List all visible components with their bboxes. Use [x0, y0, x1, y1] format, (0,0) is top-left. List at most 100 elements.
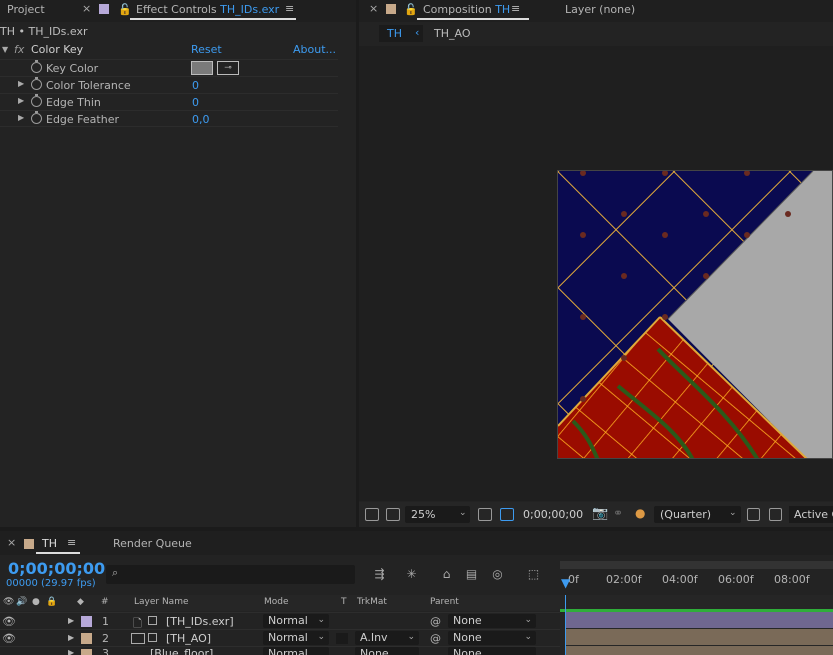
- audio-column-icon[interactable]: 🔊: [16, 597, 27, 607]
- view-select[interactable]: Active C: [789, 506, 833, 523]
- layer-row[interactable]: 👁 ▶ 1 🗋 [TH_IDs.exr] Normal ⌄ @ None ⌄: [0, 612, 560, 630]
- key-color-swatch[interactable]: [191, 61, 213, 75]
- panel-menu-icon[interactable]: ≡: [511, 2, 520, 15]
- layer-label-swatch[interactable]: [81, 649, 92, 655]
- breadcrumb-th-ao[interactable]: TH_AO: [434, 27, 470, 40]
- graph-editor-icon[interactable]: ⬚: [526, 567, 541, 581]
- property-key-color[interactable]: Key Color ⊸: [0, 59, 338, 76]
- layer-search-input[interactable]: ⌕: [106, 565, 355, 584]
- resolution-select[interactable]: (Quarter) ⌄: [654, 506, 741, 523]
- pickwhip-icon[interactable]: @: [430, 632, 441, 645]
- parent-select[interactable]: None: [448, 647, 536, 655]
- property-value[interactable]: 0: [192, 96, 199, 109]
- lock-icon[interactable]: 🔓: [118, 3, 132, 16]
- time-ruler[interactable]: 0f 02:00f 04:00f 06:00f 08:00f ▼: [560, 561, 833, 591]
- tab-effect-controls[interactable]: Effect Controls TH_IDs.exr: [136, 3, 279, 16]
- camera-icon[interactable]: 📷: [592, 506, 608, 521]
- region-of-interest-icon[interactable]: [500, 508, 514, 521]
- transparency-grid-icon[interactable]: [769, 508, 782, 521]
- trkmat-select[interactable]: A.Inv ⌄: [355, 631, 419, 645]
- trkmat-select[interactable]: None: [355, 647, 419, 655]
- timeline-timecode[interactable]: 0;00;00;00: [8, 559, 105, 578]
- property-value[interactable]: 0,0: [192, 113, 210, 126]
- panel-menu-icon[interactable]: ≡: [67, 536, 76, 549]
- property-color-tolerance[interactable]: ▶ Color Tolerance 0: [0, 76, 338, 93]
- chevron-down-icon: ⌄: [317, 615, 325, 625]
- layer-name[interactable]: [Blue_floor]: [150, 647, 213, 655]
- effect-color-key[interactable]: ▼ fx Color Key Reset About...: [0, 42, 338, 59]
- expand-triangle-icon[interactable]: ▶: [68, 648, 74, 655]
- lock-icon[interactable]: 🔓: [404, 3, 418, 16]
- layer-3-bar[interactable]: [566, 646, 833, 655]
- property-edge-feather[interactable]: ▶ Edge Feather 0,0: [0, 110, 338, 127]
- work-area-bar[interactable]: [560, 561, 833, 569]
- color-channels-icon[interactable]: ●: [635, 506, 645, 520]
- expand-triangle-icon[interactable]: ▶: [68, 633, 74, 642]
- property-value[interactable]: 0: [192, 79, 199, 92]
- layer-name[interactable]: [TH_IDs.exr]: [166, 615, 234, 628]
- tab-timeline-th[interactable]: TH: [42, 537, 57, 550]
- always-preview-icon[interactable]: [365, 508, 379, 521]
- layer-row[interactable]: ▶ 3 [Blue_floor] Normal None None: [0, 646, 560, 655]
- reset-button[interactable]: Reset: [191, 43, 222, 56]
- comp-timecode[interactable]: 0;00;00;00: [523, 508, 583, 521]
- composition-viewer[interactable]: [359, 46, 833, 501]
- fx-icon[interactable]: fx: [14, 43, 24, 56]
- visibility-column-icon[interactable]: 👁: [3, 597, 14, 607]
- effect-controls-panel: Project × 🔓 Effect Controls TH_IDs.exr ≡…: [0, 0, 356, 527]
- tab-render-queue[interactable]: Render Queue: [113, 537, 192, 550]
- frame-blending-icon[interactable]: ▤: [464, 567, 479, 581]
- stopwatch-icon[interactable]: [31, 111, 42, 124]
- tab-composition[interactable]: Composition TH: [423, 3, 510, 16]
- property-edge-thin[interactable]: ▶ Edge Thin 0: [0, 93, 338, 110]
- eye-icon[interactable]: 👁: [2, 615, 16, 628]
- collapse-triangle-icon[interactable]: ▼: [2, 45, 8, 54]
- comp-mini-flowchart-icon[interactable]: ⇶: [372, 567, 387, 581]
- fit-frame-icon[interactable]: [478, 508, 492, 521]
- parent-select[interactable]: None ⌄: [448, 614, 536, 628]
- close-icon[interactable]: ×: [7, 536, 16, 549]
- mode-select[interactable]: Normal ⌄: [263, 614, 329, 628]
- preserve-transparency-toggle[interactable]: [336, 633, 348, 644]
- expand-triangle-icon[interactable]: ▶: [18, 79, 24, 88]
- layer-1-bar[interactable]: [566, 612, 833, 628]
- playhead-icon[interactable]: ▼: [561, 576, 570, 590]
- lock-column-icon[interactable]: 🔒: [46, 597, 57, 607]
- zoom-select[interactable]: 25% ⌄: [405, 506, 470, 523]
- expand-triangle-icon[interactable]: ▶: [18, 96, 24, 105]
- parent-column: Parent: [430, 597, 459, 607]
- tab-project[interactable]: Project: [7, 3, 45, 16]
- mode-select[interactable]: Normal ⌄: [263, 631, 329, 645]
- property-label: Edge Feather: [46, 113, 119, 126]
- panel-menu-icon[interactable]: ≡: [285, 2, 294, 15]
- layer-name[interactable]: [TH_AO]: [166, 632, 211, 645]
- eyedropper-icon[interactable]: ⊸: [217, 61, 239, 75]
- monitor-icon[interactable]: [386, 508, 400, 521]
- stopwatch-icon[interactable]: [31, 60, 42, 73]
- tab-layer[interactable]: Layer (none): [565, 3, 635, 16]
- stopwatch-icon[interactable]: [31, 77, 42, 90]
- layer-label-swatch[interactable]: [81, 633, 92, 644]
- label-column-icon[interactable]: ◆: [77, 597, 84, 607]
- timeline-tab-bar: × TH ≡ Render Queue: [0, 531, 833, 555]
- snapshot-icon[interactable]: ⚭: [613, 506, 623, 520]
- stopwatch-icon[interactable]: [31, 94, 42, 107]
- pickwhip-icon[interactable]: @: [430, 615, 441, 628]
- layer-2-bar[interactable]: [566, 629, 833, 645]
- layer-label-swatch[interactable]: [81, 616, 92, 627]
- shy-layers-icon[interactable]: ⌂: [439, 567, 454, 581]
- layer-row[interactable]: 👁 ▶ 2 [TH_AO] Normal ⌄ A.Inv ⌄ @ None ⌄: [0, 629, 560, 646]
- close-icon[interactable]: ×: [369, 2, 378, 15]
- solo-column-icon[interactable]: ●: [32, 597, 40, 607]
- about-button[interactable]: About...: [293, 43, 336, 56]
- parent-select[interactable]: None ⌄: [448, 631, 536, 645]
- close-icon[interactable]: ×: [82, 2, 91, 15]
- mode-select[interactable]: Normal: [263, 647, 329, 655]
- region-toggle-icon[interactable]: [747, 508, 760, 521]
- motion-blur-icon[interactable]: ◎: [490, 567, 505, 581]
- eye-icon[interactable]: 👁: [2, 632, 16, 645]
- expand-triangle-icon[interactable]: ▶: [68, 616, 74, 625]
- layer-name-column[interactable]: Layer Name: [134, 597, 189, 607]
- expand-triangle-icon[interactable]: ▶: [18, 113, 24, 122]
- draft-3d-icon[interactable]: ✳: [404, 567, 419, 581]
